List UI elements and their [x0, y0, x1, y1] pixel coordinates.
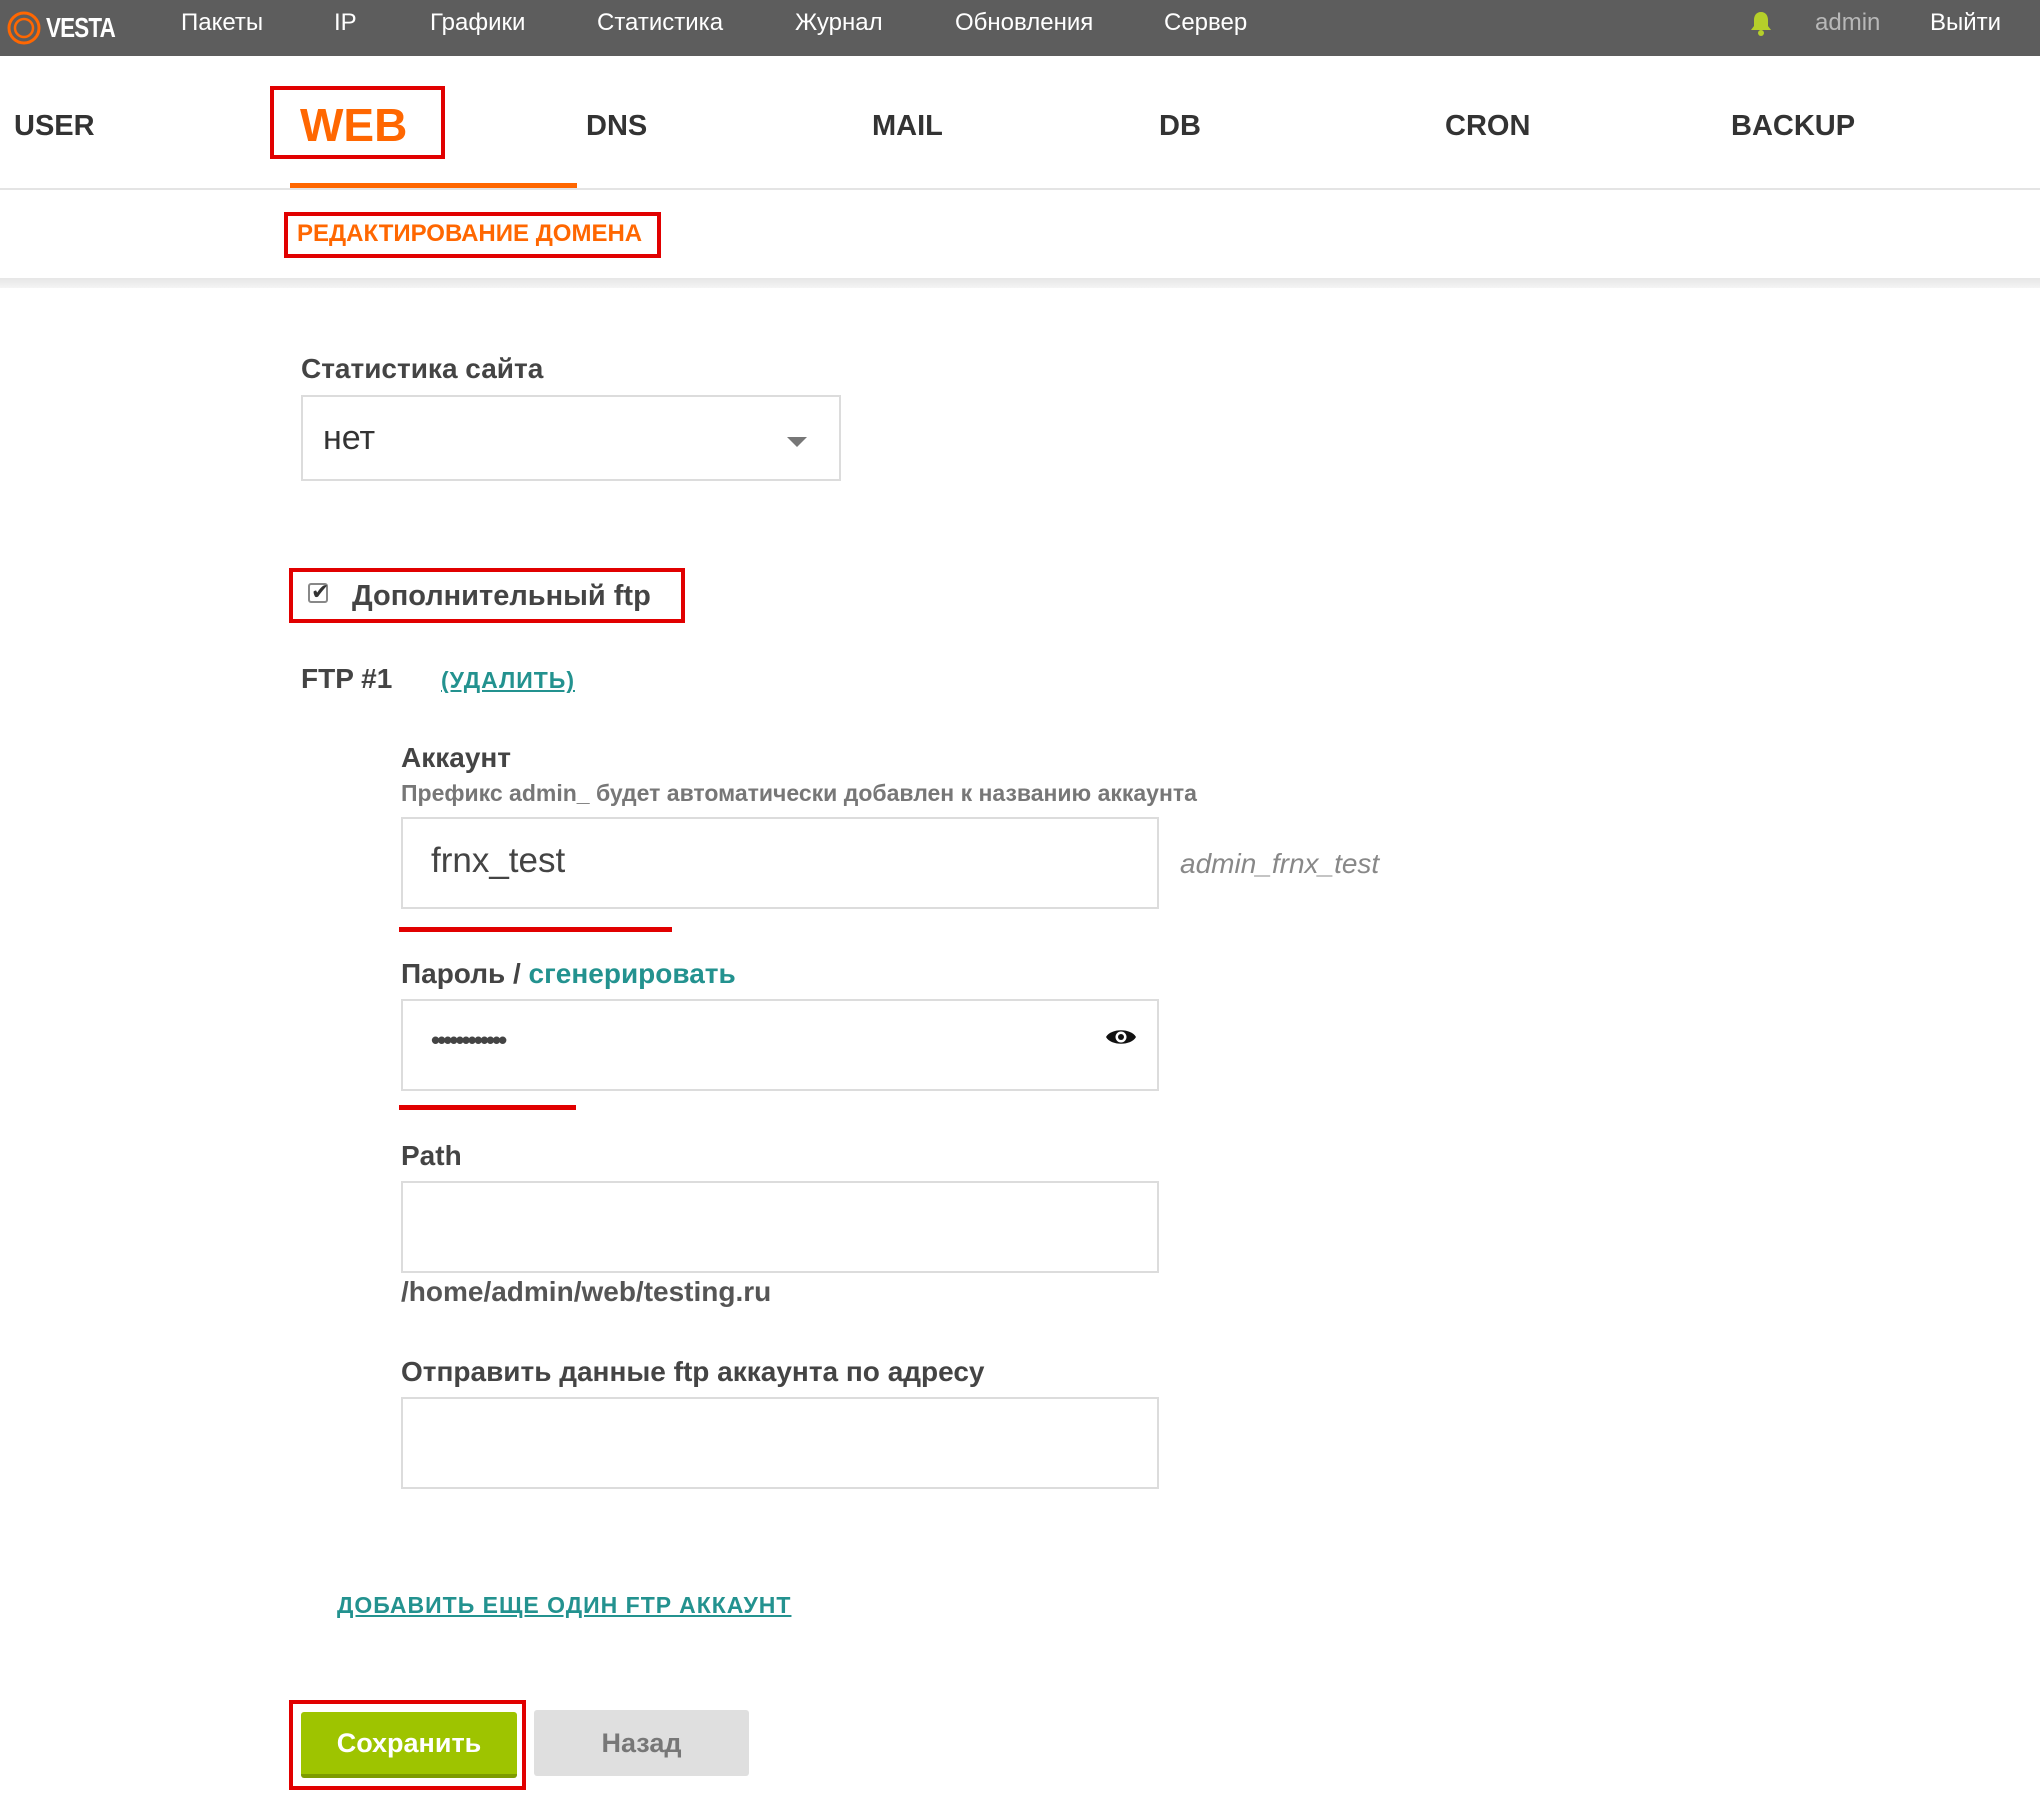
account-input[interactable]: frnx_test: [401, 817, 1159, 909]
nav-statistics[interactable]: Статистика: [597, 0, 723, 56]
vesta-logo-icon: [7, 11, 41, 45]
stats-select[interactable]: нет: [301, 395, 841, 481]
password-input-value: ••••••••••••: [431, 1025, 507, 1055]
account-underline-mark: [399, 927, 672, 932]
nav-server[interactable]: Сервер: [1164, 0, 1247, 56]
path-input[interactable]: [401, 1181, 1159, 1273]
account-full-name: admin_frnx_test: [1180, 848, 1380, 879]
eye-icon[interactable]: [1105, 1025, 1137, 1049]
password-label-text: Пароль /: [401, 958, 529, 989]
back-button[interactable]: Назад: [534, 1710, 749, 1776]
logout-link[interactable]: Выйти: [1930, 0, 2001, 46]
tab-web[interactable]: WEB: [300, 98, 407, 152]
chevron-down-icon: [787, 437, 807, 447]
stats-label: Статистика сайта: [301, 353, 544, 384]
ftp-title: FTP #1: [301, 663, 393, 694]
tab-cron[interactable]: CRON: [1445, 110, 1530, 143]
logo-text: VESTA: [46, 12, 116, 43]
stats-select-value: нет: [323, 419, 376, 457]
add-ftp-link[interactable]: ДОБАВИТЬ ЕЩЕ ОДИН FTP АККАУНТ: [337, 1592, 791, 1619]
generate-password-link[interactable]: сгенерировать: [529, 958, 736, 989]
nav-log[interactable]: Журнал: [795, 0, 883, 56]
tab-user[interactable]: USER: [14, 110, 95, 143]
extra-ftp-label[interactable]: Дополнительный ftp: [352, 580, 651, 613]
bell-icon[interactable]: [1750, 10, 1772, 36]
nav-graphs[interactable]: Графики: [430, 0, 525, 56]
subtab-edit-domain[interactable]: РЕДАКТИРОВАНИЕ ДОМЕНА: [297, 220, 642, 248]
nav-ip[interactable]: IP: [334, 0, 357, 56]
tab-mail[interactable]: MAIL: [872, 110, 943, 143]
tab-db[interactable]: DB: [1159, 110, 1201, 143]
account-input-value: frnx_test: [431, 841, 566, 880]
tab-dns[interactable]: DNS: [586, 110, 647, 143]
password-underline-mark: [399, 1105, 576, 1110]
account-hint: Префикс admin_ будет автоматически добав…: [401, 780, 1197, 806]
email-input[interactable]: [401, 1397, 1159, 1489]
password-input[interactable]: ••••••••••••: [401, 999, 1159, 1091]
user-name[interactable]: admin: [1815, 0, 1880, 46]
save-button[interactable]: Сохранить: [301, 1712, 517, 1778]
email-label: Отправить данные ftp аккаунта по адресу: [401, 1356, 985, 1387]
vesta-logo[interactable]: VESTA: [6, 6, 132, 50]
nav-packages[interactable]: Пакеты: [181, 0, 263, 56]
path-hint: /home/admin/web/testing.ru: [401, 1276, 772, 1307]
tabs-divider: [0, 188, 2040, 190]
password-label: Пароль / сгенерировать: [401, 958, 736, 990]
tab-backup[interactable]: BACKUP: [1731, 110, 1855, 143]
extra-ftp-checkbox[interactable]: ✔: [308, 579, 329, 604]
top-bar: VESTA Пакеты IP Графики Статистика Журна…: [0, 0, 2040, 56]
ftp-delete-link[interactable]: (УДАЛИТЬ): [441, 667, 575, 694]
header-shadow: [0, 278, 2040, 288]
checkmark-icon: ✔: [311, 579, 330, 604]
path-label: Path: [401, 1140, 462, 1171]
account-label: Аккаунт: [401, 742, 512, 773]
nav-updates[interactable]: Обновления: [955, 0, 1093, 56]
